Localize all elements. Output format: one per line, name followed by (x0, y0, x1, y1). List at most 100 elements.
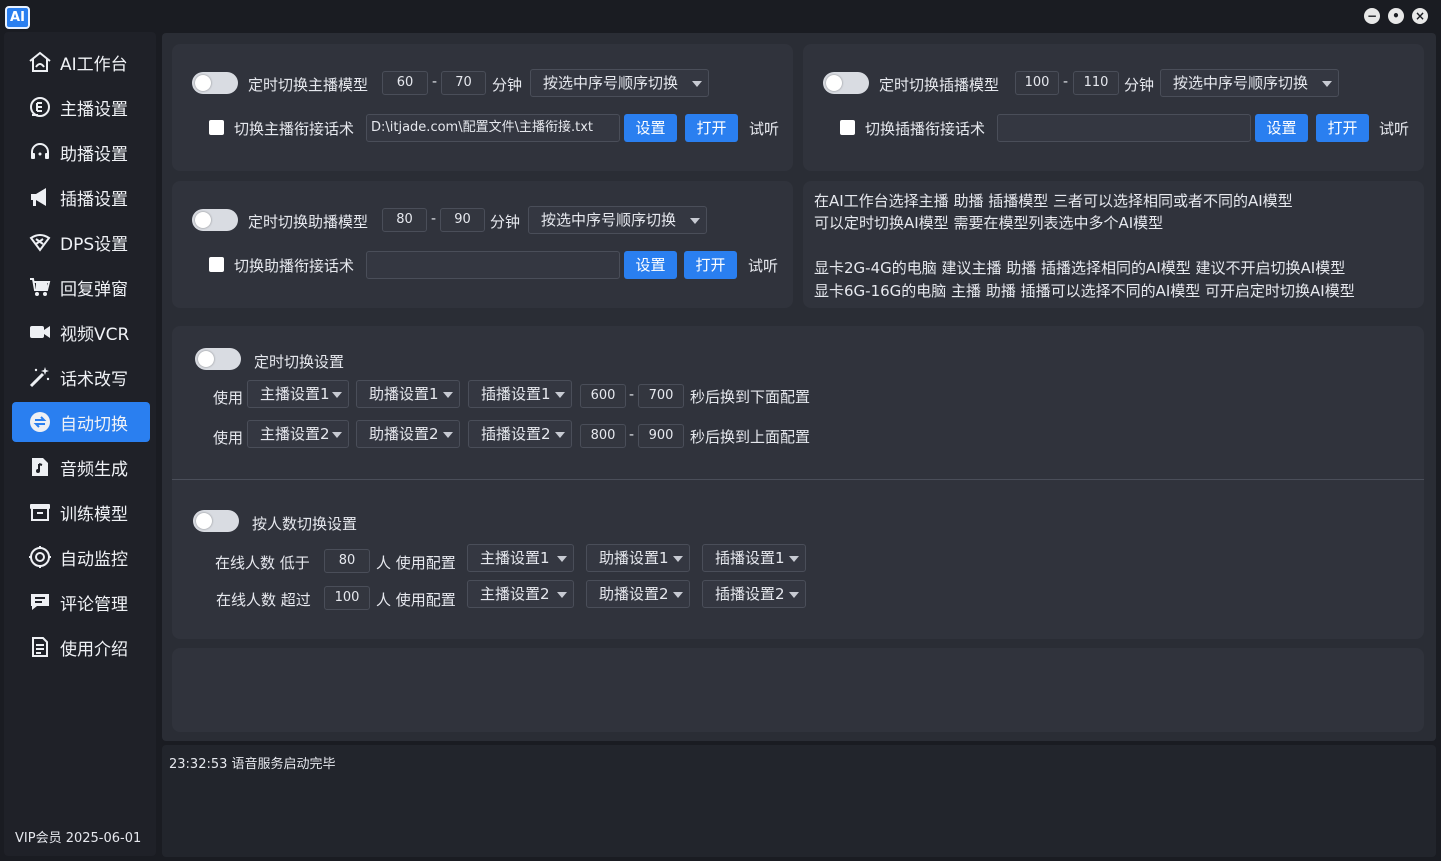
headset-icon (28, 140, 52, 164)
sidebar-item-train-model[interactable]: 训练模型 (12, 492, 150, 532)
timer-row2-min-input[interactable]: 800 (580, 424, 626, 448)
sidebar-item-usage-intro[interactable]: 使用介绍 (12, 627, 150, 667)
assist-switch-panel (172, 181, 793, 308)
select-value: 按选中序号顺序切换 (543, 74, 679, 92)
sidebar: AI工作台 主播设置 助播设置 插播设置 DPS设置 回复弹窗 视频VCR 话术… (4, 32, 156, 856)
assist-timer-label: 定时切换助播模型 (248, 213, 369, 231)
timer-switch-toggle[interactable] (195, 348, 241, 370)
sidebar-item-label: 助播设置 (60, 144, 128, 165)
close-button[interactable]: × (1412, 8, 1428, 24)
assist-open-button[interactable]: 打开 (684, 251, 737, 279)
timer-row1-assist-select[interactable]: 助播设置1 (356, 380, 460, 408)
chevron-down-icon (557, 592, 567, 598)
insert-script-checkbox[interactable] (840, 120, 855, 135)
anchor-script-checkbox[interactable] (209, 120, 224, 135)
chevron-down-icon (673, 556, 683, 562)
insert-open-button[interactable]: 打开 (1316, 114, 1369, 142)
sidebar-item-auto-monitor[interactable]: 自动监控 (12, 537, 150, 577)
timer-row2-max-input[interactable]: 900 (638, 424, 684, 448)
assist-set-button[interactable]: 设置 (624, 251, 677, 279)
timer-row1-insert-select[interactable]: 插播设置1 (468, 380, 572, 408)
sidebar-item-anchor-settings[interactable]: 主播设置 (12, 87, 150, 127)
chevron-down-icon (1322, 81, 1332, 87)
anchor-timer-toggle[interactable] (192, 72, 238, 94)
insert-script-path-input[interactable] (997, 114, 1251, 142)
title-bar: AI − • × (0, 0, 1441, 32)
timer-row2-anchor-select[interactable]: 主播设置2 (247, 420, 349, 448)
use-label: 使用 (213, 429, 244, 447)
maximize-button[interactable]: • (1388, 8, 1404, 24)
log-area[interactable]: 23:32:53 语音服务启动完毕 (162, 745, 1436, 857)
timer-row2-insert-select[interactable]: 插播设置2 (468, 420, 572, 448)
timer-row1-min-input[interactable]: 600 (580, 384, 626, 408)
insert-mode-select[interactable]: 按选中序号顺序切换 (1160, 69, 1339, 97)
sidebar-item-label: DPS设置 (60, 234, 129, 255)
anchor-icon (28, 95, 52, 119)
assist-script-checkbox[interactable] (209, 257, 224, 272)
insert-listen-button[interactable]: 试听 (1379, 118, 1409, 139)
anchor-max-input[interactable]: 70 (441, 71, 486, 95)
insert-max-input[interactable]: 110 (1073, 71, 1119, 95)
assist-min-input[interactable]: 80 (382, 208, 427, 232)
minute-unit: 分钟 (1124, 76, 1155, 94)
select-value: 按选中序号顺序切换 (541, 211, 677, 229)
sidebar-item-insert-settings[interactable]: 插播设置 (12, 177, 150, 217)
anchor-open-button[interactable]: 打开 (685, 114, 738, 142)
count-row1-assist-select[interactable]: 助播设置1 (586, 544, 690, 572)
timer-row1-suffix: 秒后换到下面配置 (690, 388, 811, 406)
select-value: 插播设置1 (715, 549, 785, 567)
info-line: 显卡2G-4G的电脑 建议主播 助播 插播选择相同的AI模型 建议不开启切换AI… (814, 259, 1346, 277)
insert-set-button[interactable]: 设置 (1255, 114, 1308, 142)
count-row2-assist-select[interactable]: 助播设置2 (586, 580, 690, 608)
timer-row1-anchor-select[interactable]: 主播设置1 (247, 380, 349, 408)
monitor-icon (28, 545, 52, 569)
count-row1-insert-select[interactable]: 插播设置1 (702, 544, 806, 572)
sidebar-item-label: 使用介绍 (60, 639, 128, 660)
chevron-down-icon (555, 392, 565, 398)
select-value: 按选中序号顺序切换 (1173, 74, 1309, 92)
sidebar-item-auto-switch[interactable]: 自动切换 (12, 402, 150, 442)
assist-script-path-input[interactable] (366, 251, 620, 279)
sidebar-item-ai-workbench[interactable]: AI工作台 (12, 42, 150, 82)
assist-mode-select[interactable]: 按选中序号顺序切换 (528, 206, 707, 234)
count-row1-anchor-select[interactable]: 主播设置1 (467, 544, 574, 572)
select-value: 助播设置1 (599, 549, 669, 567)
sidebar-item-script-rewrite[interactable]: 话术改写 (12, 357, 150, 397)
chevron-down-icon (692, 81, 702, 87)
count-row2-anchor-select[interactable]: 主播设置2 (467, 580, 574, 608)
sidebar-item-comment-manage[interactable]: 评论管理 (12, 582, 150, 622)
anchor-script-path-input[interactable]: D:\itjade.com\配置文件\主播衔接.txt (366, 114, 620, 142)
count-row1-input[interactable]: 80 (324, 549, 370, 573)
count-switch-title: 按人数切换设置 (252, 515, 358, 533)
sidebar-item-dps-settings[interactable]: DPS设置 (12, 222, 150, 262)
sidebar-item-label: AI工作台 (60, 54, 128, 75)
insert-timer-toggle[interactable] (823, 72, 869, 94)
anchor-timer-label: 定时切换主播模型 (248, 76, 369, 94)
anchor-listen-button[interactable]: 试听 (749, 118, 779, 139)
chevron-down-icon (673, 592, 683, 598)
anchor-mode-select[interactable]: 按选中序号顺序切换 (530, 69, 709, 97)
minute-unit: 分钟 (492, 76, 523, 94)
sidebar-item-video-vcr[interactable]: 视频VCR (12, 312, 150, 352)
assist-timer-toggle[interactable] (192, 209, 238, 231)
sidebar-item-reply-popup[interactable]: 回复弹窗 (12, 267, 150, 307)
anchor-min-input[interactable]: 60 (382, 71, 428, 95)
count-row1-mid: 人 使用配置 (376, 554, 456, 572)
sidebar-item-label: 话术改写 (60, 369, 128, 390)
count-row2-insert-select[interactable]: 插播设置2 (702, 580, 806, 608)
sidebar-item-assist-settings[interactable]: 助播设置 (12, 132, 150, 172)
count-switch-toggle[interactable] (193, 510, 239, 532)
minimize-button[interactable]: − (1364, 8, 1380, 24)
count-row2-input[interactable]: 100 (324, 586, 370, 610)
chevron-down-icon (789, 592, 799, 598)
doc-icon (28, 635, 52, 659)
assist-max-input[interactable]: 90 (440, 208, 485, 232)
timer-row2-assist-select[interactable]: 助播设置2 (356, 420, 460, 448)
timer-row1-max-input[interactable]: 700 (638, 384, 684, 408)
select-value: 主播设置1 (480, 549, 550, 567)
assist-listen-button[interactable]: 试听 (748, 255, 778, 276)
sidebar-item-audio-generate[interactable]: 音频生成 (12, 447, 150, 487)
anchor-set-button[interactable]: 设置 (624, 114, 677, 142)
insert-min-input[interactable]: 100 (1015, 71, 1059, 95)
chevron-down-icon (690, 218, 700, 224)
